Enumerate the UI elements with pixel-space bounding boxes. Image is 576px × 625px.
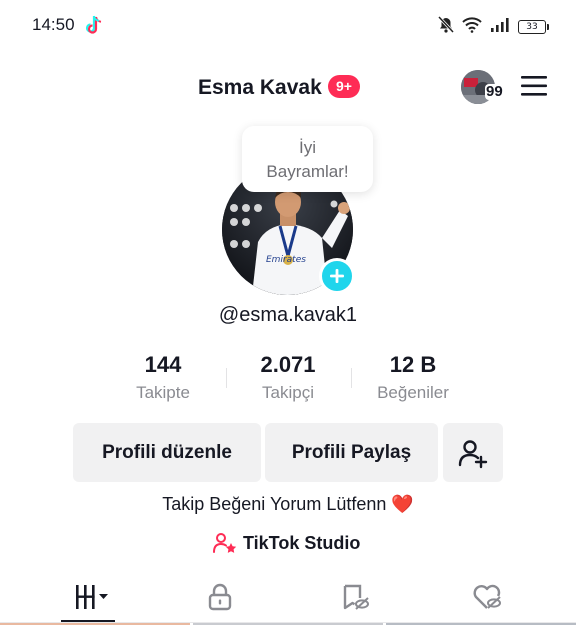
liked-hidden-icon: [473, 584, 501, 609]
profile-tabs: [0, 574, 576, 625]
friends-count: 99: [485, 83, 504, 100]
bookmark-hidden-icon: [343, 584, 369, 610]
stat-likes-value: 12 B: [389, 352, 437, 377]
stat-followers-label: Takipçi: [262, 383, 314, 402]
status-note-line-2: Bayramlar!: [266, 162, 349, 181]
signal-icon: [490, 17, 510, 37]
wifi-icon: [462, 16, 482, 38]
status-bar: 14:50 33: [0, 0, 576, 50]
profile-stats: 144 Takipte 2.071 Takipçi 12 B Beğeniler: [0, 350, 576, 410]
notification-badge[interactable]: 9+: [328, 75, 360, 98]
stat-followers-value: 2.071: [260, 352, 316, 377]
profile-bio: Takip Beğeni Yorum Lütfenn ❤️: [162, 494, 414, 514]
lock-icon: [208, 583, 232, 611]
profile-header: Esma Kavak 9+ 99: [0, 66, 576, 110]
status-note-bubble[interactable]: İyi Bayramlar!: [242, 126, 373, 192]
bell-muted-icon: [437, 15, 455, 38]
status-note-line-1: İyi: [299, 138, 316, 157]
add-avatar-button[interactable]: [319, 258, 355, 294]
tab-favorites[interactable]: [325, 580, 385, 614]
creator-star-icon: [213, 533, 237, 553]
tiktok-app-icon: [84, 14, 104, 36]
add-friend-button[interactable]: [443, 423, 503, 482]
share-profile-label: Profili Paylaş: [291, 441, 412, 463]
tab-liked[interactable]: [458, 580, 518, 614]
tiktok-studio-link[interactable]: TikTok Studio: [213, 530, 360, 556]
edit-profile-button[interactable]: Profili düzenle: [73, 423, 261, 482]
share-profile-button[interactable]: Profili Paylaş: [265, 423, 438, 482]
svg-text:Emirates: Emirates: [266, 255, 306, 265]
stat-likes-label: Beğeniler: [377, 383, 449, 402]
tab-active-indicator: [61, 620, 115, 622]
battery-icon: 33: [518, 20, 549, 34]
stat-likes[interactable]: 12 B Beğeniler: [363, 350, 463, 406]
plus-icon: [330, 269, 344, 283]
tab-private[interactable]: [190, 580, 250, 614]
stat-following-label: Takipte: [136, 383, 190, 402]
stat-divider: [351, 368, 352, 388]
videos-grid-icon: [76, 585, 108, 609]
battery-level: 33: [526, 22, 538, 32]
tab-videos[interactable]: [61, 580, 121, 614]
stat-followers[interactable]: 2.071 Takipçi: [238, 350, 338, 406]
username: @esma.kavak1: [218, 304, 358, 326]
tiktok-studio-label: TikTok Studio: [243, 532, 361, 553]
stat-divider: [226, 368, 227, 388]
edit-profile-label: Profili düzenle: [102, 441, 232, 463]
hamburger-menu-icon[interactable]: [520, 75, 548, 97]
status-time: 14:50: [32, 15, 75, 34]
stat-following[interactable]: 144 Takipte: [113, 350, 213, 406]
stat-following-value: 144: [144, 352, 182, 377]
add-user-icon: [458, 439, 488, 468]
profile-name-title[interactable]: Esma Kavak: [198, 76, 322, 100]
